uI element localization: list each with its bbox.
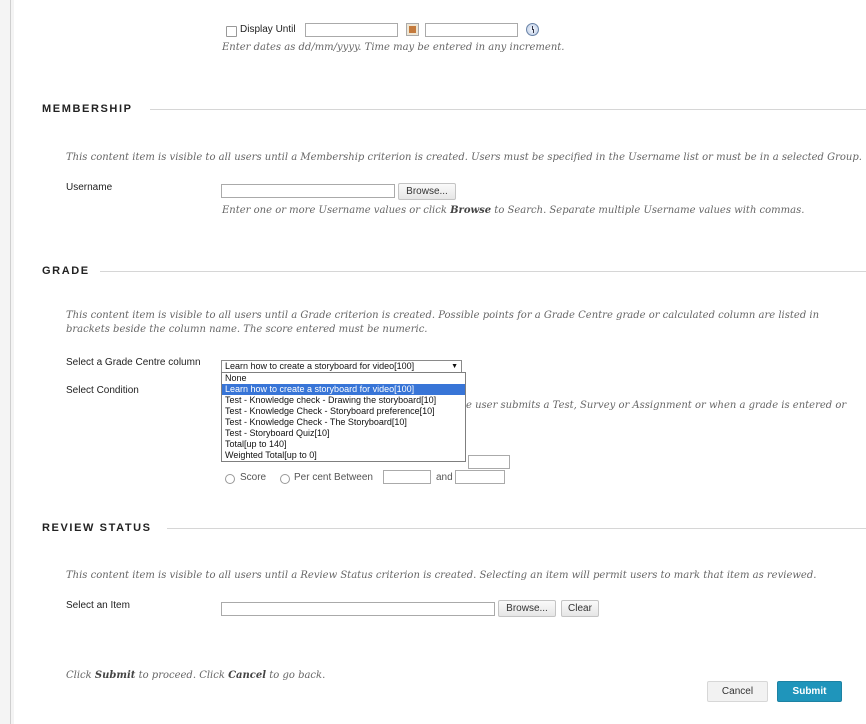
percent-from-input[interactable] [383, 470, 431, 484]
dropdown-option[interactable]: Test - Knowledge Check - The Storyboard[… [222, 417, 465, 428]
review-item-input[interactable] [221, 602, 495, 616]
display-until-date-input[interactable] [305, 23, 398, 37]
grade-section-title: GRADE [42, 265, 90, 277]
review-clear-button[interactable]: Clear [561, 600, 599, 617]
username-label: Username [66, 182, 113, 193]
left-panel-edge [0, 0, 14, 724]
display-until-checkbox[interactable] [226, 26, 237, 37]
score-radio[interactable] [225, 474, 235, 484]
left-panel-divider [10, 0, 11, 724]
username-hint: Enter one or more Username values or cli… [222, 205, 805, 216]
username-input[interactable] [221, 184, 395, 198]
dropdown-option[interactable]: Test - Storyboard Quiz[10] [222, 428, 465, 439]
date-format-hint: Enter dates as dd/mm/yyyy. Time may be e… [222, 42, 565, 53]
review-section-title: REVIEW STATUS [42, 522, 152, 534]
username-browse-button[interactable]: Browse... [398, 183, 456, 200]
dropdown-option[interactable]: Test - Knowledge check - Drawing the sto… [222, 395, 465, 406]
grade-description: This content item is visible to all user… [66, 310, 820, 335]
membership-divider [150, 109, 866, 110]
dropdown-option[interactable]: Total[up to 140] [222, 439, 465, 450]
display-until-time-input[interactable] [425, 23, 518, 37]
membership-description: This content item is visible to all user… [66, 152, 862, 163]
select-condition-label: Select Condition [66, 385, 139, 396]
grade-divider [100, 271, 866, 272]
footer-instructions: Click Submit to proceed. Click Cancel to… [66, 670, 326, 681]
review-divider [167, 528, 866, 529]
calendar-icon[interactable] [406, 23, 419, 36]
grade-column-dropdown[interactable]: None Learn how to create a storyboard fo… [221, 372, 466, 462]
dropdown-option[interactable]: Test - Knowledge Check - Storyboard pref… [222, 406, 465, 417]
cancel-button[interactable]: Cancel [707, 681, 768, 702]
clock-icon[interactable] [526, 23, 539, 36]
dropdown-option[interactable]: Learn how to create a storyboard for vid… [222, 384, 465, 395]
grade-column-label: Select a Grade Centre column [66, 357, 201, 368]
display-until-label: Display Until [240, 24, 296, 35]
submit-button[interactable]: Submit [777, 681, 842, 702]
dropdown-option[interactable]: None [222, 373, 465, 384]
score-label: Score [240, 472, 267, 483]
percent-to-input[interactable] [455, 470, 505, 484]
and-label: and [436, 472, 453, 483]
review-browse-button[interactable]: Browse... [498, 600, 556, 617]
condition-hint: e user submits a Test, Survey or Assignm… [466, 400, 847, 411]
membership-section-title: MEMBERSHIP [42, 103, 133, 115]
dropdown-option[interactable]: Weighted Total[up to 0] [222, 450, 465, 461]
score-input[interactable] [468, 455, 510, 469]
chevron-down-icon: ▼ [451, 363, 458, 370]
review-description: This content item is visible to all user… [66, 570, 817, 581]
percent-between-label: Per cent Between [294, 472, 373, 483]
percent-radio[interactable] [280, 474, 290, 484]
select-item-label: Select an Item [66, 600, 130, 611]
